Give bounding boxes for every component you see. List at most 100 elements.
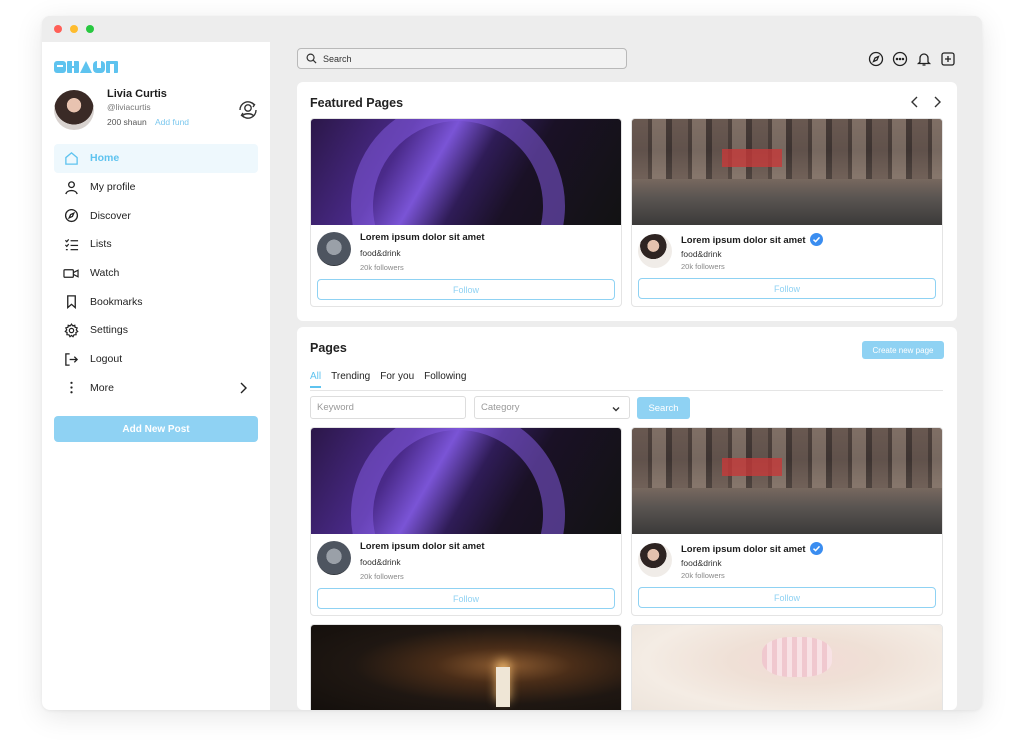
page-followers: 20k followers <box>360 263 404 272</box>
bookmark-icon <box>63 294 79 310</box>
page-cover-image <box>311 428 621 534</box>
follow-button[interactable]: Follow <box>317 588 615 609</box>
featured-pager <box>908 95 944 114</box>
chevron-right-icon[interactable] <box>930 95 944 114</box>
sidebar-item-label: My profile <box>90 181 136 194</box>
page-followers: 20k followers <box>681 262 725 271</box>
search-icon <box>306 53 317 64</box>
page-title-text: Lorem ipsum dolor sit amet <box>681 544 806 556</box>
page-card[interactable]: Lorem ipsum dolor sit amet food&drink 20… <box>310 118 622 307</box>
create-new-page-button[interactable]: Create new page <box>862 341 944 359</box>
title-bar <box>42 16 982 42</box>
category-placeholder: Category <box>481 402 520 413</box>
sidebar-item-label: More <box>90 381 114 394</box>
sidebar-item-label: Watch <box>90 267 120 280</box>
sidebar-item-settings[interactable]: Settings <box>54 316 258 345</box>
sidebar-nav: Home My profile Discover Lists Watch Boo… <box>54 144 258 402</box>
chevron-down-icon <box>611 404 621 417</box>
page-avatar <box>317 541 351 575</box>
tab-for-you[interactable]: For you <box>380 371 414 388</box>
sidebar-item-label: Logout <box>90 353 123 366</box>
pages-tabs: All Trending For you Following <box>310 371 466 388</box>
sidebar-item-lists[interactable]: Lists <box>54 230 258 259</box>
chevron-left-icon[interactable] <box>908 95 922 114</box>
user-avatar[interactable] <box>54 90 94 130</box>
sidebar-item-label: Discover <box>90 209 131 222</box>
search-button[interactable]: Search <box>637 397 690 419</box>
list-icon <box>63 236 79 252</box>
page-category: food&drink <box>360 557 401 567</box>
pages-title: Pages <box>310 341 347 355</box>
search-input[interactable]: Search <box>297 48 627 69</box>
search-placeholder: Search <box>323 53 352 64</box>
switch-account-icon[interactable] <box>236 98 260 122</box>
app-window: Livia Curtis @liviacurtis 200 shaun Add … <box>42 16 982 710</box>
follow-button[interactable]: Follow <box>638 278 936 299</box>
follow-button[interactable]: Follow <box>317 279 615 300</box>
coin-balance: 200 shaun <box>107 117 147 127</box>
compass-icon[interactable] <box>868 51 884 67</box>
brand-logo[interactable] <box>54 60 120 76</box>
chevron-right-icon <box>236 381 250 398</box>
featured-pages-title: Featured Pages <box>310 96 404 110</box>
page-category: food&drink <box>681 249 722 259</box>
page-cover-image <box>632 119 942 225</box>
page-cover-image <box>311 625 621 710</box>
page-card[interactable] <box>310 624 622 710</box>
sidebar-item-my-profile[interactable]: My profile <box>54 173 258 202</box>
add-fund-link[interactable]: Add fund <box>155 117 189 127</box>
page-title: Lorem ipsum dolor sit amet <box>681 233 823 247</box>
page-avatar <box>638 234 672 268</box>
page-title: Lorem ipsum dolor sit amet <box>360 232 485 243</box>
page-category: food&drink <box>360 248 401 258</box>
video-icon <box>63 265 79 281</box>
keyword-input[interactable]: Keyword <box>310 396 466 419</box>
logout-icon <box>63 351 79 367</box>
page-cover-image <box>632 428 942 534</box>
home-icon <box>63 150 79 166</box>
top-icon-bar <box>868 51 956 67</box>
page-category: food&drink <box>681 558 722 568</box>
page-card[interactable]: Lorem ipsum dolor sit amet food&drink 20… <box>631 427 943 616</box>
chat-icon[interactable] <box>892 51 908 67</box>
verified-badge-icon <box>809 233 823 246</box>
sidebar-item-watch[interactable]: Watch <box>54 259 258 288</box>
featured-pages-panel: Featured Pages Lorem ipsum dolor sit ame… <box>297 82 957 321</box>
sidebar-item-label: Bookmarks <box>90 295 143 308</box>
tab-trending[interactable]: Trending <box>331 371 370 388</box>
sidebar-item-logout[interactable]: Logout <box>54 345 258 374</box>
verified-badge-icon <box>809 542 823 555</box>
category-select[interactable]: Category <box>474 396 630 419</box>
page-title-text: Lorem ipsum dolor sit amet <box>681 235 806 247</box>
page-card[interactable]: Lorem ipsum dolor sit amet food&drink 20… <box>310 427 622 616</box>
minimize-window-button[interactable] <box>70 25 78 33</box>
page-avatar <box>317 232 351 266</box>
page-cover-image <box>632 625 942 710</box>
page-card[interactable]: Lorem ipsum dolor sit amet food&drink 20… <box>631 118 943 307</box>
page-card[interactable] <box>631 624 943 710</box>
sidebar-item-label: Lists <box>90 238 112 251</box>
page-followers: 20k followers <box>360 572 404 581</box>
sidebar-item-more[interactable]: More <box>54 374 258 403</box>
page-cover-image <box>311 119 621 225</box>
more-vertical-icon <box>63 380 79 396</box>
close-window-button[interactable] <box>54 25 62 33</box>
plus-square-icon[interactable] <box>940 51 956 67</box>
page-avatar <box>638 543 672 577</box>
bell-icon[interactable] <box>916 51 932 67</box>
sidebar-item-label: Settings <box>90 324 128 337</box>
tab-all[interactable]: All <box>310 371 322 388</box>
follow-button[interactable]: Follow <box>638 587 936 608</box>
sidebar-item-discover[interactable]: Discover <box>54 201 258 230</box>
tabs-divider <box>310 390 943 391</box>
tab-following[interactable]: Following <box>424 371 466 388</box>
maximize-window-button[interactable] <box>86 25 94 33</box>
page-title: Lorem ipsum dolor sit amet <box>681 542 823 556</box>
add-new-post-button[interactable]: Add New Post <box>54 416 258 442</box>
sidebar-item-bookmarks[interactable]: Bookmarks <box>54 287 258 316</box>
sidebar-item-home[interactable]: Home <box>54 144 258 173</box>
sidebar-item-label: Home <box>90 152 120 165</box>
pages-panel: Pages Create new page All Trending For y… <box>297 327 957 710</box>
user-name: Livia Curtis <box>107 88 167 100</box>
user-handle: @liviacurtis <box>107 102 151 112</box>
